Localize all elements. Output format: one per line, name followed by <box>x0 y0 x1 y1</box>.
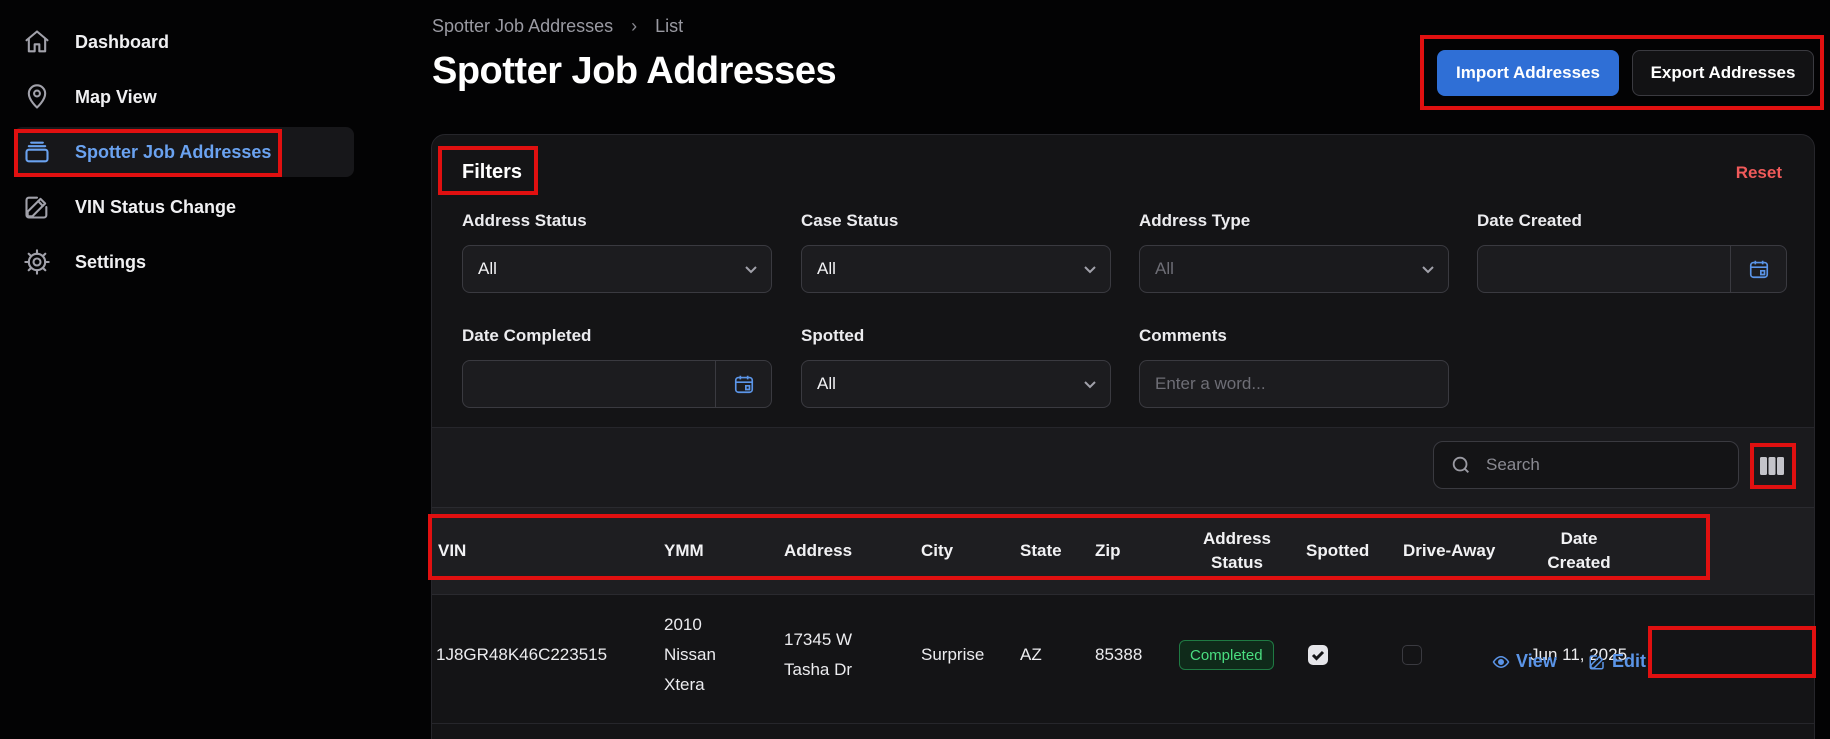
column-header-city[interactable]: City <box>921 539 953 563</box>
column-header-state[interactable]: State <box>1020 539 1062 563</box>
sidebar-item-map-view[interactable]: Map View <box>14 72 354 122</box>
filters-table-panel: Filters Reset Address Status Case Status… <box>431 134 1815 739</box>
columns-icon <box>1760 457 1784 475</box>
sidebar-item-dashboard[interactable]: Dashboard <box>14 17 354 67</box>
cell-city: Surprise <box>921 645 985 664</box>
column-header-zip[interactable]: Zip <box>1095 539 1121 563</box>
edit-icon <box>1589 654 1604 669</box>
address-status-label: Address Status <box>462 211 587 230</box>
sidebar-item-label: Spotter Job Addresses <box>75 141 272 162</box>
chevron-right-icon: › <box>631 16 638 36</box>
sidebar: Dashboard Map View Spotter Job Addresses… <box>0 0 370 739</box>
cell-address-line: 17345 W <box>784 630 853 649</box>
case-status-select[interactable]: All <box>801 245 1111 293</box>
chevron-down-icon <box>731 261 771 277</box>
chevron-down-icon <box>1070 261 1110 277</box>
case-status-value: All <box>817 259 836 278</box>
address-status-select[interactable]: All <box>462 245 772 293</box>
app-root: Dashboard Map View Spotter Job Addresses… <box>0 0 1830 739</box>
cell-state: AZ <box>1020 645 1042 664</box>
sidebar-item-spotter-job-addresses[interactable]: Spotter Job Addresses <box>14 127 354 177</box>
sidebar-item-label: VIN Status Change <box>75 196 237 217</box>
address-type-select[interactable]: All <box>1139 245 1449 293</box>
search-box[interactable] <box>1433 441 1739 489</box>
layers-icon <box>22 137 52 167</box>
column-header-ymm[interactable]: YMM <box>664 539 704 563</box>
search-input[interactable] <box>1486 455 1706 475</box>
comments-input[interactable]: Enter a word... <box>1139 360 1449 408</box>
page-title: Spotter Job Addresses <box>432 50 837 92</box>
spotted-label: Spotted <box>801 326 865 345</box>
status-badge: Completed <box>1179 640 1274 670</box>
view-action[interactable]: View <box>1492 651 1557 672</box>
address-type-label: Address Type <box>1139 211 1251 230</box>
date-created-label: Date Created <box>1477 211 1582 230</box>
case-status-label: Case Status <box>801 211 899 230</box>
view-action-label: View <box>1516 651 1557 671</box>
eye-icon <box>1492 655 1510 668</box>
edit-action-label: Edit <box>1612 651 1646 671</box>
cell-ymm-make: Nissan <box>664 645 716 664</box>
calendar-icon[interactable] <box>715 361 771 407</box>
row-divider <box>432 723 1814 724</box>
divider <box>432 427 1814 428</box>
cell-ymm: 2010 Nissan Xtera <box>664 610 716 700</box>
spotted-select[interactable]: All <box>801 360 1111 408</box>
address-type-value: All <box>1155 259 1174 278</box>
sidebar-item-label: Map View <box>75 86 157 107</box>
column-header-line: Date <box>1560 529 1598 548</box>
gear-icon <box>22 247 52 277</box>
column-toggle-button[interactable] <box>1757 451 1787 481</box>
column-header-address-status[interactable]: Address Status <box>1182 527 1292 575</box>
column-header-drive-away[interactable]: Drive-Away <box>1403 539 1495 563</box>
column-header-line: Address <box>1202 529 1272 548</box>
edit-icon <box>22 192 52 222</box>
calendar-icon[interactable] <box>1730 246 1786 292</box>
column-header-line: Created <box>1547 553 1611 572</box>
chevron-down-icon <box>1070 376 1110 392</box>
import-addresses-button[interactable]: Import Addresses <box>1437 50 1619 96</box>
filters-title: Filters <box>462 161 523 183</box>
home-icon <box>22 27 52 57</box>
cell-address: 17345 W Tasha Dr <box>784 625 852 685</box>
reset-filters-button[interactable]: Reset <box>1736 163 1782 183</box>
search-icon <box>1452 456 1469 473</box>
sidebar-item-label: Settings <box>75 251 147 272</box>
date-created-input[interactable] <box>1477 245 1787 293</box>
comments-placeholder: Enter a word... <box>1155 374 1266 393</box>
breadcrumb-link[interactable]: Spotter Job Addresses <box>432 16 613 37</box>
sidebar-item-settings[interactable]: Settings <box>14 237 354 287</box>
export-addresses-button[interactable]: Export Addresses <box>1632 50 1814 96</box>
cell-zip: 85388 <box>1095 645 1143 664</box>
comments-label: Comments <box>1139 326 1227 345</box>
address-status-value: All <box>478 259 497 278</box>
spotted-value: All <box>817 374 836 393</box>
column-header-line: Status <box>1211 553 1263 572</box>
cell-vin: 1J8GR48K46C223515 <box>436 645 608 664</box>
date-completed-input[interactable] <box>462 360 772 408</box>
cell-ymm-year: 2010 <box>664 615 702 634</box>
map-pin-icon <box>22 82 52 112</box>
column-header-spotted[interactable]: Spotted <box>1306 539 1369 563</box>
breadcrumb-current: List <box>655 16 684 36</box>
sidebar-item-label: Dashboard <box>75 31 170 52</box>
sidebar-item-vin-status-change[interactable]: VIN Status Change <box>14 182 354 232</box>
edit-action[interactable]: Edit <box>1588 651 1646 672</box>
spotted-checkbox[interactable] <box>1308 645 1328 665</box>
cell-ymm-model: Xtera <box>664 675 705 694</box>
date-completed-label: Date Completed <box>462 326 592 345</box>
column-header-vin[interactable]: VIN <box>438 539 466 563</box>
check-icon <box>1311 650 1325 661</box>
column-header-address[interactable]: Address <box>784 539 852 563</box>
breadcrumb: Spotter Job Addresses › List <box>432 16 683 37</box>
cell-address-line: Tasha Dr <box>784 660 853 679</box>
drive-away-checkbox[interactable] <box>1402 645 1422 665</box>
column-header-date-created[interactable]: Date Created <box>1529 527 1629 575</box>
chevron-down-icon <box>1408 261 1448 277</box>
